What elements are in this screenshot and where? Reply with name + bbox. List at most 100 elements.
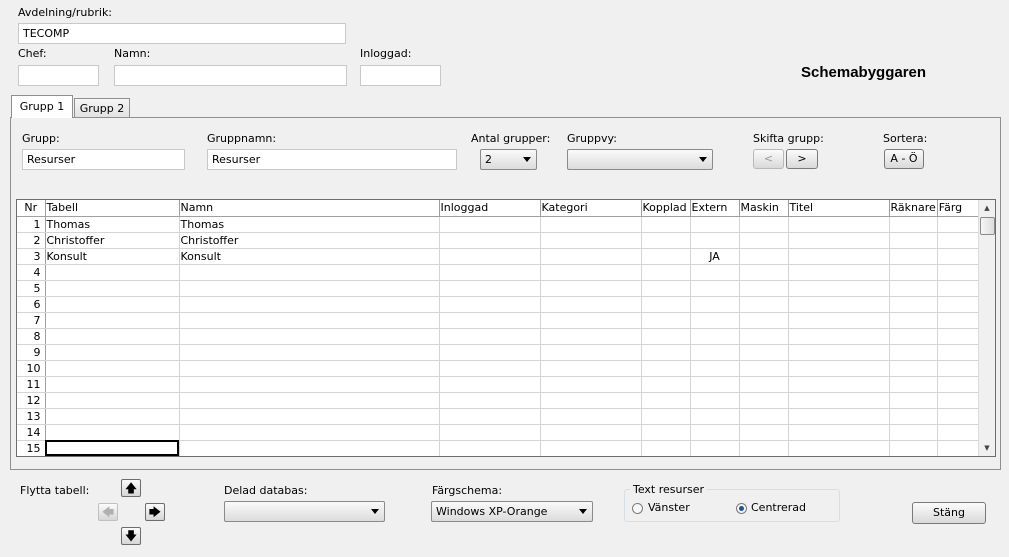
scrollbar-thumb[interactable] xyxy=(980,217,995,235)
cell-maskin[interactable] xyxy=(739,312,789,329)
cell-kategori[interactable] xyxy=(540,360,642,377)
cell-tabell[interactable] xyxy=(45,312,180,329)
cell-tabell[interactable] xyxy=(45,424,180,441)
cell-tabell[interactable]: Konsult xyxy=(45,248,180,265)
cell-maskin[interactable] xyxy=(739,264,789,281)
cell-extern[interactable] xyxy=(690,408,740,425)
cell-tabell[interactable] xyxy=(45,360,180,377)
cell-titel[interactable] xyxy=(788,328,890,345)
cell-inloggad[interactable] xyxy=(439,360,541,377)
cell-namn[interactable] xyxy=(179,424,440,441)
table-row[interactable]: 13 xyxy=(17,408,981,425)
fargschema-select[interactable]: Windows XP-Orange xyxy=(431,501,593,522)
cell-kopplad[interactable] xyxy=(641,280,691,297)
cell-farg[interactable] xyxy=(937,296,981,313)
cell-maskin[interactable] xyxy=(739,328,789,345)
cell-raknare[interactable] xyxy=(889,232,938,249)
col-header-tabell[interactable]: Tabell xyxy=(45,200,180,217)
col-header-maskin[interactable]: Maskin xyxy=(739,200,789,217)
cell-extern[interactable] xyxy=(690,216,740,233)
table-row[interactable]: 11 xyxy=(17,376,981,393)
table-row[interactable]: 14 xyxy=(17,424,981,441)
cell-titel[interactable] xyxy=(788,424,890,441)
cell-tabell[interactable] xyxy=(45,408,180,425)
cell-inloggad[interactable] xyxy=(439,328,541,345)
namn-field[interactable] xyxy=(114,65,347,86)
cell-kopplad[interactable] xyxy=(641,392,691,409)
cell-inloggad[interactable] xyxy=(439,296,541,313)
table-row[interactable]: 10 xyxy=(17,360,981,377)
cell-raknare[interactable] xyxy=(889,216,938,233)
cell-raknare[interactable] xyxy=(889,392,938,409)
cell-raknare[interactable] xyxy=(889,264,938,281)
cell-inloggad[interactable] xyxy=(439,376,541,393)
cell-extern[interactable] xyxy=(690,392,740,409)
centrerad-label[interactable]: Centrerad xyxy=(751,501,806,514)
col-header-namn[interactable]: Namn xyxy=(179,200,440,217)
cell-tabell[interactable]: Thomas xyxy=(45,216,180,233)
cell-maskin[interactable] xyxy=(739,376,789,393)
move-right-button[interactable]: 🡆 xyxy=(145,503,165,521)
cell-nr[interactable]: 13 xyxy=(17,408,46,425)
cell-tabell[interactable] xyxy=(45,440,180,456)
cell-farg[interactable] xyxy=(937,280,981,297)
cell-kopplad[interactable] xyxy=(641,216,691,233)
cell-nr[interactable]: 9 xyxy=(17,344,46,361)
cell-kategori[interactable] xyxy=(540,312,642,329)
cell-inloggad[interactable] xyxy=(439,424,541,441)
cell-kopplad[interactable] xyxy=(641,248,691,265)
cell-nr[interactable]: 14 xyxy=(17,424,46,441)
table-row[interactable]: 15 xyxy=(17,440,981,456)
cell-kategori[interactable] xyxy=(540,376,642,393)
cell-extern[interactable] xyxy=(690,328,740,345)
cell-raknare[interactable] xyxy=(889,376,938,393)
cell-nr[interactable]: 12 xyxy=(17,392,46,409)
gruppnamn-field[interactable]: Resurser xyxy=(207,149,457,170)
cell-maskin[interactable] xyxy=(739,344,789,361)
cell-namn[interactable] xyxy=(179,264,440,281)
cell-kategori[interactable] xyxy=(540,280,642,297)
cell-nr[interactable]: 3 xyxy=(17,248,46,265)
cell-titel[interactable] xyxy=(788,360,890,377)
cell-titel[interactable] xyxy=(788,312,890,329)
table-row[interactable]: 7 xyxy=(17,312,981,329)
cell-extern[interactable] xyxy=(690,376,740,393)
cell-nr[interactable]: 7 xyxy=(17,312,46,329)
cell-nr[interactable]: 5 xyxy=(17,280,46,297)
cell-inloggad[interactable] xyxy=(439,440,541,456)
table-row[interactable]: 3 Konsult Konsult JA xyxy=(17,248,981,265)
cell-inloggad[interactable] xyxy=(439,392,541,409)
cell-titel[interactable] xyxy=(788,248,890,265)
vanster-label[interactable]: Vänster xyxy=(648,501,690,514)
cell-inloggad[interactable] xyxy=(439,344,541,361)
cell-maskin[interactable] xyxy=(739,424,789,441)
table-row[interactable]: 9 xyxy=(17,344,981,361)
cell-farg[interactable] xyxy=(937,328,981,345)
cell-namn[interactable] xyxy=(179,344,440,361)
col-header-kategori[interactable]: Kategori xyxy=(540,200,642,217)
col-header-raknare[interactable]: Räknare xyxy=(889,200,938,217)
cell-raknare[interactable] xyxy=(889,328,938,345)
cell-tabell[interactable] xyxy=(45,344,180,361)
cell-namn[interactable] xyxy=(179,280,440,297)
col-header-titel[interactable]: Titel xyxy=(788,200,890,217)
cell-raknare[interactable] xyxy=(889,440,938,456)
chef-field[interactable] xyxy=(18,65,99,86)
cell-kopplad[interactable] xyxy=(641,408,691,425)
cell-namn[interactable]: Konsult xyxy=(179,248,440,265)
cell-kopplad[interactable] xyxy=(641,440,691,456)
antal-grupper-select[interactable]: 2 xyxy=(480,149,537,170)
cell-inloggad[interactable] xyxy=(439,216,541,233)
next-group-button[interactable]: > xyxy=(786,149,818,169)
cell-nr[interactable]: 15 xyxy=(17,440,46,456)
stang-button[interactable]: Stäng xyxy=(912,502,986,524)
cell-kopplad[interactable] xyxy=(641,376,691,393)
grupp-field[interactable]: Resurser xyxy=(22,149,185,170)
cell-tabell[interactable] xyxy=(45,264,180,281)
prev-group-button[interactable]: < xyxy=(753,149,784,169)
cell-kategori[interactable] xyxy=(540,328,642,345)
cell-kopplad[interactable] xyxy=(641,264,691,281)
move-down-button[interactable]: 🡇 xyxy=(121,527,141,545)
cell-raknare[interactable] xyxy=(889,296,938,313)
cell-raknare[interactable] xyxy=(889,424,938,441)
